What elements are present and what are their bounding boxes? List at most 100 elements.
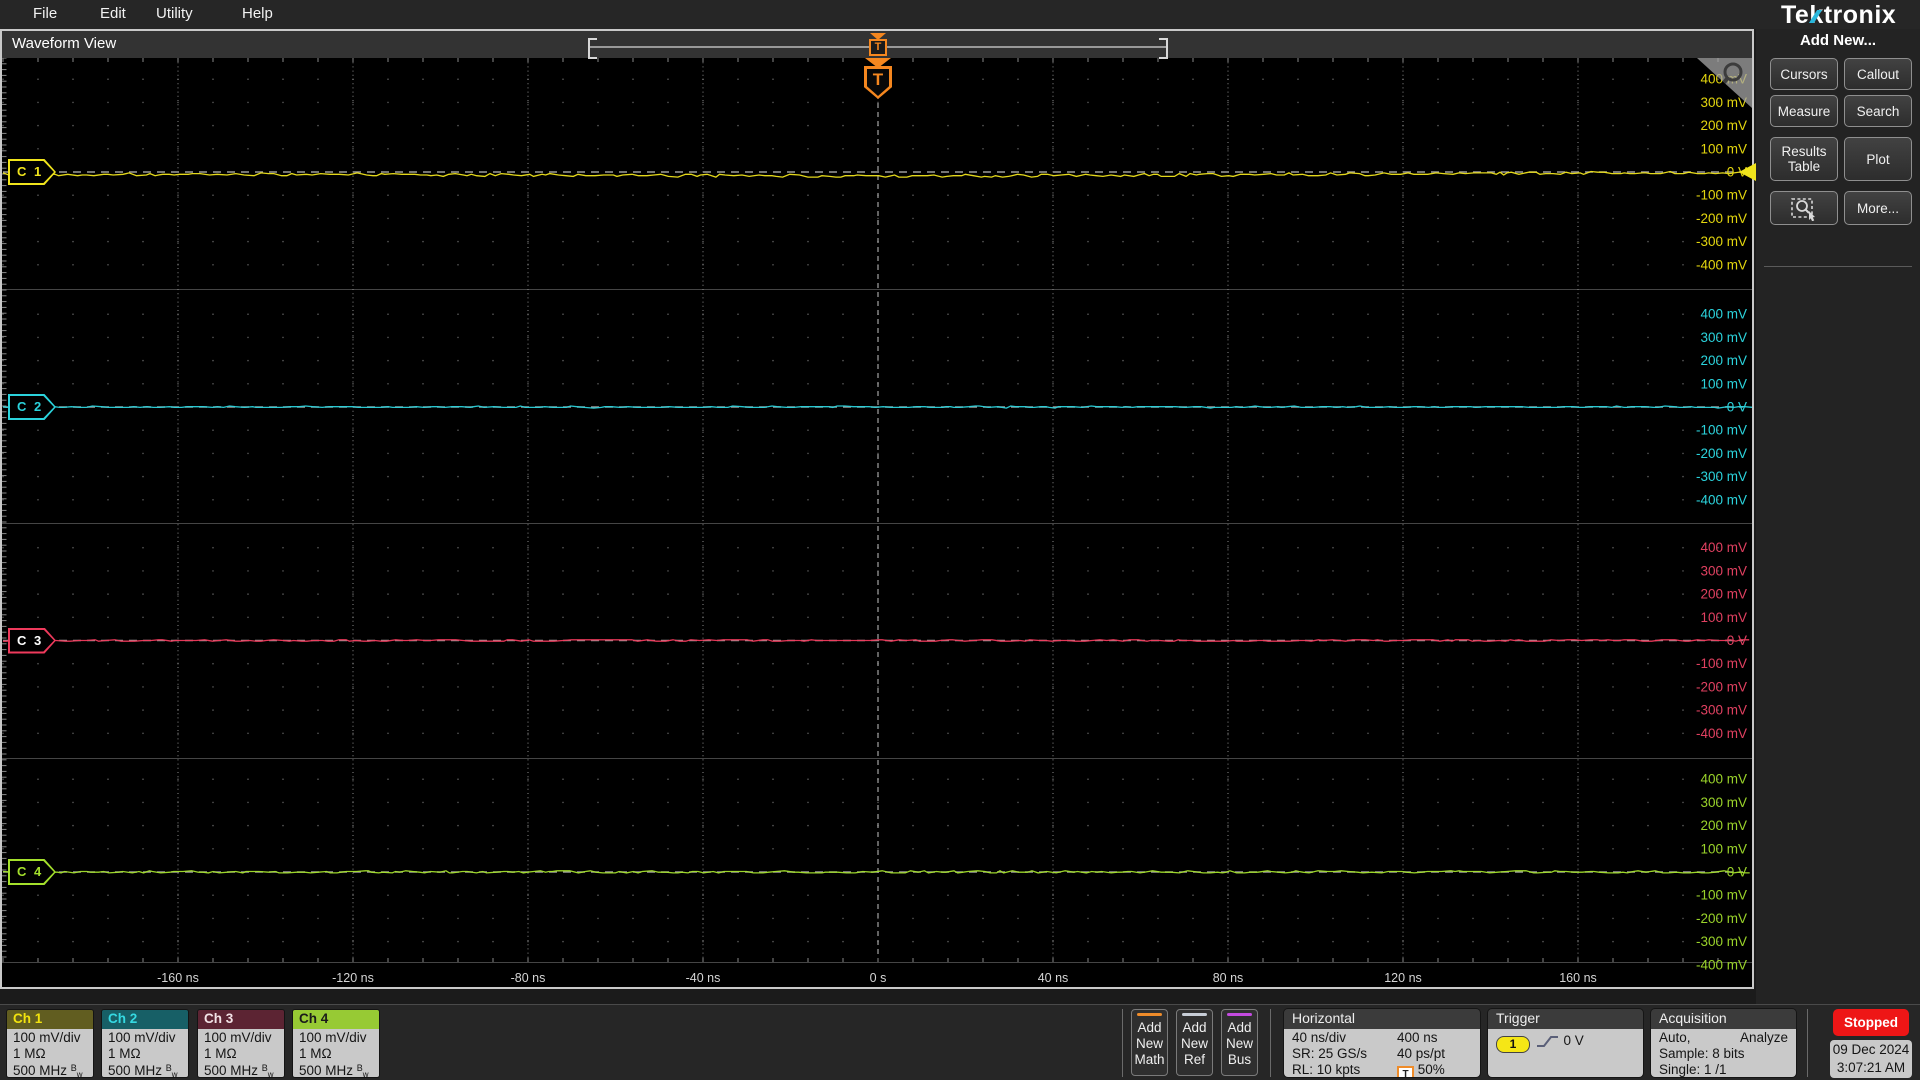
trigger-level-value: 0 V bbox=[1563, 1033, 1584, 1048]
horizontal-window: 400 ns bbox=[1397, 1030, 1438, 1045]
separator bbox=[1122, 1009, 1123, 1077]
add-new-measure-button[interactable]: Measure bbox=[1770, 95, 1838, 127]
separator bbox=[1270, 1009, 1271, 1077]
trigger-panel[interactable]: Trigger 1 0 V bbox=[1487, 1008, 1644, 1078]
y-label-ch3: 300 mV bbox=[1700, 563, 1747, 578]
horizontal-panel[interactable]: Horizontal 40 ns/div 400 ns SR: 25 GS/s 40… bbox=[1283, 1008, 1481, 1078]
accent-bar bbox=[1182, 1013, 1207, 1016]
oscilloscope-app: File Edit Utility Help Tektronix Waveform V… bbox=[0, 0, 1920, 1080]
y-label-ch2: -200 mV bbox=[1696, 446, 1747, 461]
waveform-graticule[interactable]: 400 mV 300 mV 200 mV 100 mV 0 V -100 mV -200 m… bbox=[2, 58, 1752, 987]
add-new-more--button[interactable]: More... bbox=[1844, 191, 1912, 225]
menu-help[interactable]: Help bbox=[236, 3, 279, 24]
y-label-ch1: 300 mV bbox=[1700, 95, 1747, 110]
channel-bandwidth: 500 MHz Bw bbox=[299, 1063, 369, 1078]
zoom-box-icon bbox=[1791, 198, 1815, 221]
add-new-bus-button[interactable]: Add New Bus bbox=[1221, 1009, 1258, 1076]
y-label-ch4: 400 mV bbox=[1700, 772, 1747, 787]
overview-bracket-left[interactable] bbox=[588, 38, 597, 59]
channel-badge-ch3[interactable]: Ch 3 100 mV/div 1 MΩ 500 MHz Bw bbox=[197, 1009, 285, 1078]
datetime-badge: 09 Dec 2024 3:07:21 AM bbox=[1830, 1040, 1912, 1078]
separator bbox=[1807, 1009, 1808, 1077]
trigger-glyph: T bbox=[867, 69, 889, 96]
y-label-ch3: -200 mV bbox=[1696, 679, 1747, 694]
channel-settings: 100 mV/div 1 MΩ 500 MHz Bw bbox=[293, 1029, 379, 1078]
y-label-ch3: 200 mV bbox=[1700, 587, 1747, 602]
channel-handle-label: C 4 bbox=[10, 861, 54, 883]
y-label-ch4: 100 mV bbox=[1700, 841, 1747, 856]
channel-handle-label: C 1 bbox=[10, 161, 54, 183]
trigger-source-badge: 1 bbox=[1496, 1036, 1530, 1053]
channel-impedance: 1 MΩ bbox=[13, 1045, 46, 1061]
channel-scale: 100 mV/div bbox=[204, 1030, 272, 1045]
bottom-settings-bar: Horizontal 40 ns/div 400 ns SR: 25 GS/s 40… bbox=[0, 1004, 1920, 1080]
add-new-plot-button[interactable]: Plot bbox=[1844, 137, 1912, 181]
x-label: 80 ns bbox=[1213, 971, 1244, 985]
channel-bandwidth: 500 MHz Bw bbox=[108, 1063, 178, 1078]
x-label: 40 ns bbox=[1038, 971, 1069, 985]
y-label-ch3: -400 mV bbox=[1696, 726, 1747, 741]
y-label-ch1: 100 mV bbox=[1700, 141, 1747, 156]
add-new-ref-button[interactable]: Add New Ref bbox=[1176, 1009, 1213, 1076]
acquisition-panel[interactable]: Acquisition Auto, Analyze Sample: 8 bits … bbox=[1650, 1008, 1797, 1078]
menu-edit[interactable]: Edit bbox=[94, 3, 132, 24]
x-label: -120 ns bbox=[332, 971, 374, 985]
acquisition-panel-title: Acquisition bbox=[1651, 1009, 1796, 1029]
trigger-panel-title: Trigger bbox=[1488, 1009, 1643, 1029]
x-label: -80 ns bbox=[511, 971, 546, 985]
time-text: 3:07:21 AM bbox=[1836, 1060, 1906, 1075]
channel-handle-label: C 3 bbox=[10, 629, 54, 652]
acquisition-analyze: Analyze bbox=[1739, 1030, 1788, 1045]
overview-bracket-right[interactable] bbox=[1159, 38, 1168, 59]
channel-impedance: 1 MΩ bbox=[299, 1045, 332, 1061]
trigger-position-mini-icon[interactable]: T bbox=[869, 39, 887, 56]
trigger-level-arrow-icon[interactable] bbox=[1739, 163, 1756, 181]
y-label-ch1: 200 mV bbox=[1700, 118, 1747, 133]
accent-bar bbox=[1227, 1013, 1252, 1016]
channel-handle-label: C 2 bbox=[10, 396, 54, 418]
channel-badge-ch4[interactable]: Ch 4 100 mV/div 1 MΩ 500 MHz Bw bbox=[292, 1009, 380, 1078]
x-label: -40 ns bbox=[686, 971, 721, 985]
channel-label: Ch 2 bbox=[102, 1010, 188, 1029]
logo-k-accent: k bbox=[1809, 1, 1823, 30]
menu-file[interactable]: File bbox=[27, 3, 63, 24]
channel-badge-ch2[interactable]: Ch 2 100 mV/div 1 MΩ 500 MHz Bw bbox=[101, 1009, 189, 1078]
run-status-badge[interactable]: Stopped bbox=[1833, 1009, 1909, 1036]
y-label-ch4: 0 V bbox=[1727, 865, 1747, 880]
trigger-position-percent: 50% bbox=[1417, 1062, 1445, 1077]
trigger-position-icon: T bbox=[1397, 1066, 1414, 1077]
channel-scale: 100 mV/div bbox=[13, 1030, 81, 1045]
channel-scale: 100 mV/div bbox=[108, 1030, 176, 1045]
menu-bar: File Edit Utility Help bbox=[0, 0, 1920, 29]
add-new-search-button[interactable]: Search bbox=[1844, 95, 1912, 127]
zoom-box-button[interactable] bbox=[1770, 191, 1838, 225]
rising-edge-icon bbox=[1536, 1036, 1558, 1047]
date-text: 09 Dec 2024 bbox=[1832, 1042, 1910, 1057]
y-label-ch3: 0 V bbox=[1727, 633, 1747, 648]
y-label-ch4: 200 mV bbox=[1700, 818, 1747, 833]
add-new-math-button[interactable]: Add New Math bbox=[1131, 1009, 1168, 1076]
record-length: RL: 10 kpts bbox=[1292, 1062, 1361, 1077]
channel-badge-ch1[interactable]: Ch 1 100 mV/div 1 MΩ 500 MHz Bw bbox=[6, 1009, 94, 1078]
waveform-view-title: Waveform View bbox=[12, 35, 117, 52]
y-label-ch4: -400 mV bbox=[1696, 957, 1747, 972]
acquisition-mode: Auto, bbox=[1659, 1030, 1691, 1045]
y-label-ch3: 100 mV bbox=[1700, 610, 1747, 625]
y-label-ch2: 100 mV bbox=[1700, 376, 1747, 391]
channel-scale: 100 mV/div bbox=[299, 1030, 367, 1045]
channel-settings: 100 mV/div 1 MΩ 500 MHz Bw bbox=[7, 1029, 93, 1077]
y-label-ch1: -400 mV bbox=[1696, 257, 1747, 272]
channel-label: Ch 4 bbox=[293, 1010, 379, 1029]
add-new-callout-button[interactable]: Callout bbox=[1844, 58, 1912, 90]
y-label-ch4: -100 mV bbox=[1696, 888, 1747, 903]
y-label-ch2: -400 mV bbox=[1696, 492, 1747, 507]
add-new-results-table-button[interactable]: Results Table bbox=[1770, 137, 1838, 181]
y-label-ch3: -300 mV bbox=[1696, 703, 1747, 718]
channel-label: Ch 3 bbox=[198, 1010, 284, 1029]
y-label-ch2: 300 mV bbox=[1700, 330, 1747, 345]
x-label: 120 ns bbox=[1384, 971, 1422, 985]
add-new-cursors-button[interactable]: Cursors bbox=[1770, 58, 1838, 90]
menu-utility[interactable]: Utility bbox=[150, 3, 199, 24]
x-label: 160 ns bbox=[1559, 971, 1597, 985]
y-label-ch4: -200 mV bbox=[1696, 911, 1747, 926]
